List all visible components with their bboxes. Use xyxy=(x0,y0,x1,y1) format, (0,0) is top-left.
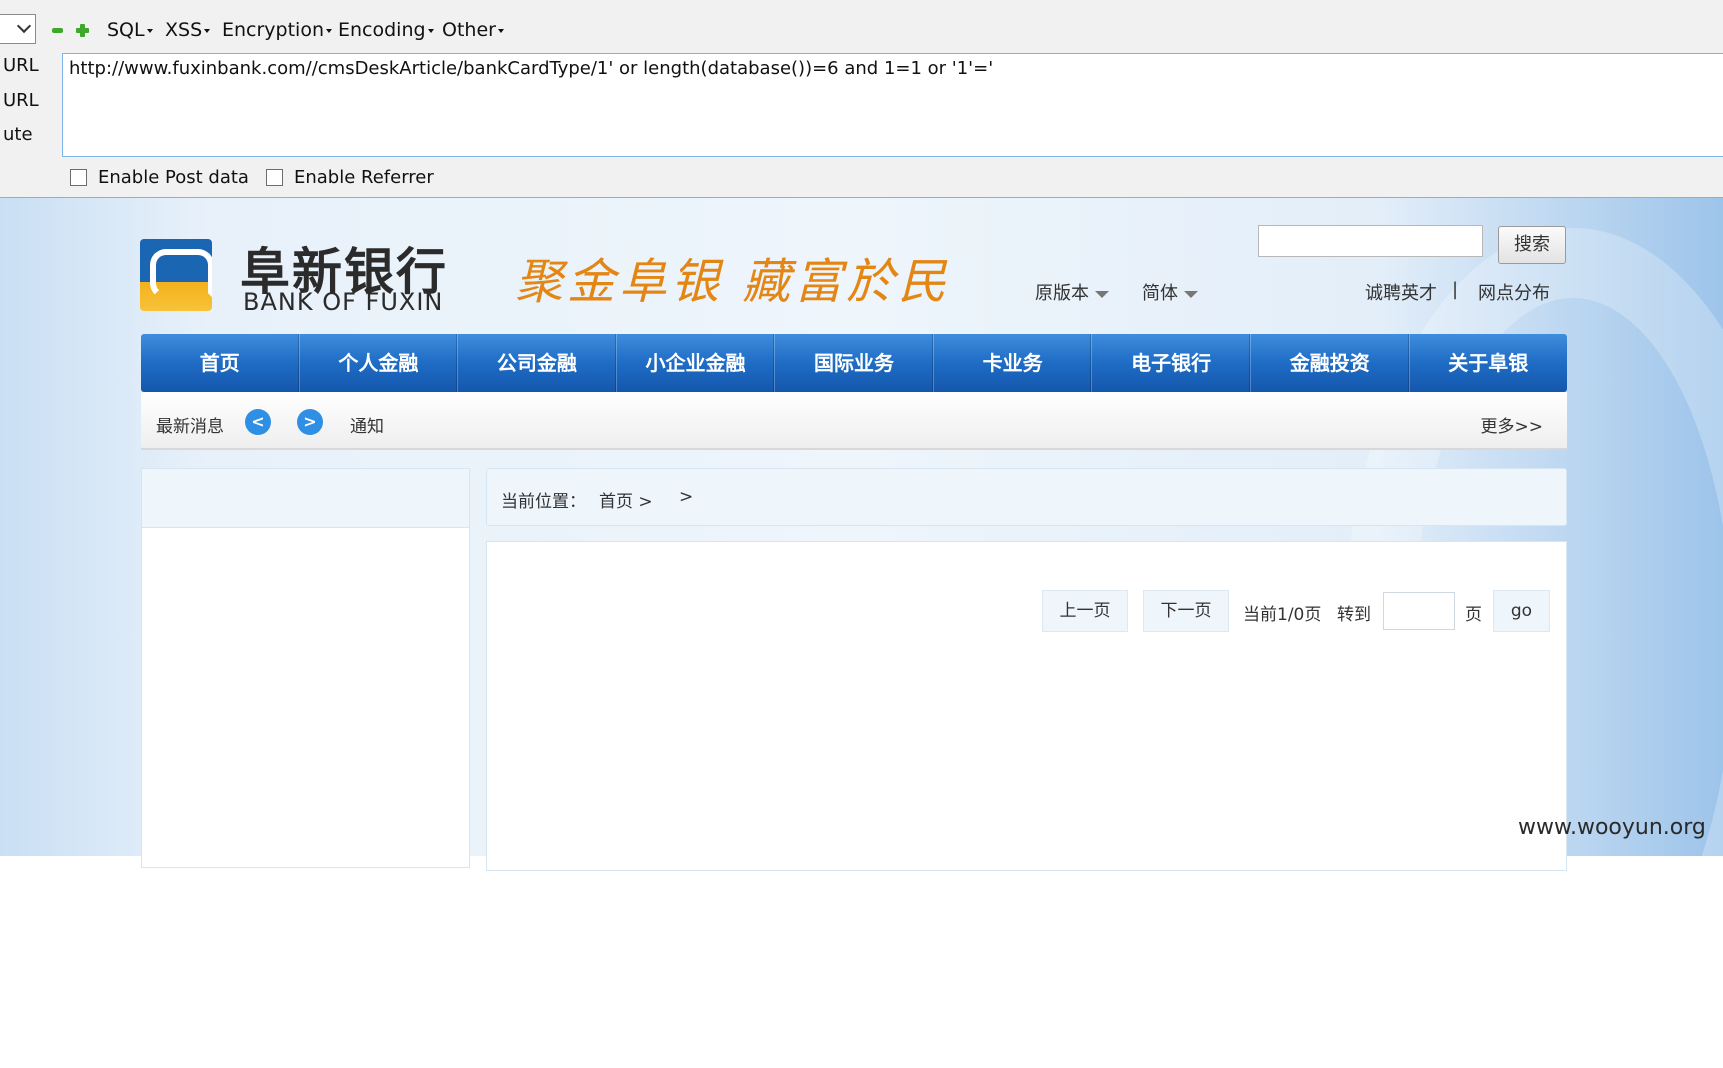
caret-down-icon xyxy=(497,28,504,33)
breadcrumb-separator: > xyxy=(679,487,694,507)
menu-encoding[interactable]: Encoding xyxy=(338,19,434,41)
menu-xss[interactable]: XSS xyxy=(165,19,211,41)
careers-link[interactable]: 诚聘英才 xyxy=(1365,279,1437,305)
menu-sql[interactable]: SQL xyxy=(107,19,153,41)
search-button[interactable]: 搜索 xyxy=(1498,226,1566,264)
hackbar-dropdown[interactable] xyxy=(0,14,36,44)
news-ticker: 最新消息 < > 通知 更多>> xyxy=(141,392,1567,450)
caret-down-icon xyxy=(146,28,153,33)
url-textarea[interactable]: http://www.fuxinbank.com//cmsDeskArticle… xyxy=(62,53,1723,157)
caret-down-icon xyxy=(326,28,333,33)
breadcrumb-home-link[interactable]: 首页 > xyxy=(599,487,653,512)
enable-post-data-label: Enable Post data xyxy=(98,167,249,188)
nav-corporate-banking[interactable]: 公司金融 xyxy=(458,334,617,392)
enable-referrer-checkbox[interactable] xyxy=(266,169,283,186)
go-button[interactable]: go xyxy=(1493,590,1550,632)
plus-icon[interactable] xyxy=(76,24,89,37)
triangle-down-icon xyxy=(1184,290,1198,298)
content-panel: 上一页 下一页 当前1/0页 转到 页 go xyxy=(486,541,1567,871)
nav-about[interactable]: 关于阜银 xyxy=(1410,334,1568,392)
watermark: www.wooyun.org xyxy=(1518,815,1706,840)
sidebar-header xyxy=(142,469,469,528)
main-navigation: 首页 个人金融 公司金融 小企业金融 国际业务 卡业务 电子银行 金融投资 关于… xyxy=(141,334,1567,392)
chevron-down-icon xyxy=(16,18,32,34)
left-sidebar xyxy=(141,468,470,868)
news-more-link[interactable]: 更多>> xyxy=(1481,412,1544,437)
prev-page-button[interactable]: 上一页 xyxy=(1042,590,1128,632)
nav-home[interactable]: 首页 xyxy=(141,334,300,392)
next-page-button[interactable]: 下一页 xyxy=(1143,590,1229,632)
goto-label: 转到 xyxy=(1337,605,1371,625)
triangle-down-icon xyxy=(1095,290,1109,298)
nav-investment[interactable]: 金融投资 xyxy=(1251,334,1410,392)
link-separator: | xyxy=(1452,279,1459,300)
caret-down-icon xyxy=(204,28,211,33)
simplified-chinese-dropdown[interactable]: 简体 xyxy=(1142,279,1198,305)
page-number-input[interactable] xyxy=(1383,592,1455,630)
load-url-button[interactable]: URL xyxy=(3,55,39,76)
page-unit-label: 页 xyxy=(1465,605,1482,625)
minus-icon[interactable] xyxy=(52,28,63,33)
nav-cards[interactable]: 卡业务 xyxy=(934,334,1093,392)
hackbar-toolbar: SQL XSS Encryption Encoding Other URL UR… xyxy=(0,0,1723,198)
news-item-link[interactable]: 通知 xyxy=(350,412,384,437)
bank-slogan: 聚金阜银 藏富於民 xyxy=(515,254,951,310)
execute-button[interactable]: ute xyxy=(3,124,33,145)
news-next-button[interactable]: > xyxy=(297,409,323,435)
original-version-dropdown[interactable]: 原版本 xyxy=(1035,279,1109,305)
branch-locations-link[interactable]: 网点分布 xyxy=(1478,279,1550,305)
nav-e-banking[interactable]: 电子银行 xyxy=(1092,334,1251,392)
menu-other[interactable]: Other xyxy=(442,19,504,41)
breadcrumb: 当前位置： 首页 > > xyxy=(486,468,1567,526)
enable-referrer-label: Enable Referrer xyxy=(294,167,434,188)
breadcrumb-label: 当前位置： xyxy=(501,492,586,512)
menu-encryption[interactable]: Encryption xyxy=(222,19,333,41)
nav-small-business[interactable]: 小企业金融 xyxy=(617,334,776,392)
page-status: 当前1/0页 xyxy=(1243,605,1322,625)
bank-logo-icon[interactable] xyxy=(140,239,212,311)
nav-personal-banking[interactable]: 个人金融 xyxy=(300,334,459,392)
split-url-button[interactable]: URL xyxy=(3,90,39,111)
bank-name-en: BANK OF FUXIN xyxy=(243,288,444,316)
enable-post-data-checkbox[interactable] xyxy=(70,169,87,186)
nav-international[interactable]: 国际业务 xyxy=(775,334,934,392)
news-prev-button[interactable]: < xyxy=(245,409,271,435)
caret-down-icon xyxy=(427,28,434,33)
search-input[interactable] xyxy=(1258,225,1483,257)
news-label: 最新消息 xyxy=(156,417,224,437)
